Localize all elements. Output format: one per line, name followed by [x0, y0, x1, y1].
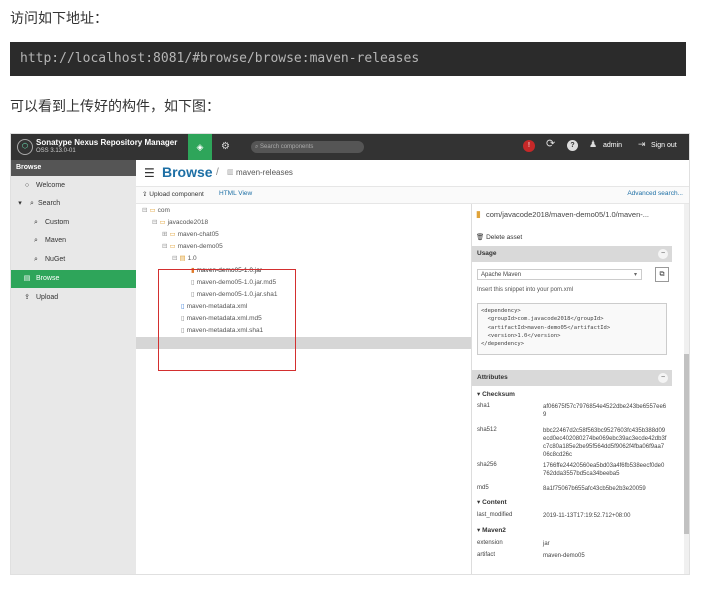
trash-icon: 🗑: [476, 234, 487, 241]
intro-text: 访问如下地址：: [10, 10, 108, 26]
attr-value: 1766ffe24420560ea5bd03a4f6fb538eecf0de07…: [543, 463, 665, 477]
breadcrumb-separator: /: [216, 167, 219, 178]
collapse-icon[interactable]: −: [658, 249, 668, 259]
sidebar-item-welcome[interactable]: ○ Welcome: [11, 177, 136, 195]
attributes-panel: Attributes − ▾ Checksum sha1 af06675f57c7…: [472, 370, 672, 574]
collapse-icon[interactable]: ⊟: [152, 219, 157, 226]
sign-out-icon[interactable]: ⇥: [638, 139, 646, 150]
sidebar-item-search[interactable]: ▾ ⌕ Search: [11, 195, 136, 213]
upload-component-button[interactable]: ⇪ Upload component: [142, 190, 204, 198]
attr-key: artifact: [477, 552, 496, 558]
attr-value: 2019-11-13T17:19:52.712+08:00: [543, 513, 631, 519]
search-icon: ⌕: [30, 200, 34, 207]
breadcrumb-repo: maven-releases: [236, 168, 293, 177]
search-icon: ⌕: [34, 256, 38, 263]
chevron-down-icon: ▾: [18, 200, 22, 207]
tree-node[interactable]: ⊟ ▭ maven-demo05: [162, 241, 223, 253]
top-bar: ⬡ Sonatype Nexus Repository Manager OSS …: [11, 134, 689, 160]
browse-mode-button[interactable]: ◈: [188, 134, 212, 160]
refresh-icon[interactable]: ⟳: [546, 137, 555, 150]
collapse-icon[interactable]: ⊟: [162, 243, 167, 250]
highlight-annotation-box: [158, 269, 296, 371]
attr-key: md5: [477, 485, 489, 491]
folder-icon: ▤: [179, 255, 186, 262]
user-icon: ♟: [589, 139, 598, 149]
alert-icon[interactable]: !: [523, 140, 535, 152]
search-icon: ⌕: [34, 219, 38, 226]
attr-value: 8a1f75067b655afc43cb5be2b3e20059: [543, 486, 646, 492]
sidebar-item-nuget[interactable]: ⌕ NuGet: [11, 251, 136, 269]
url-text: http://localhost:8081/#browse/browse:mav…: [20, 51, 420, 66]
sign-out-button[interactable]: Sign out: [651, 142, 677, 149]
attributes-panel-header[interactable]: Attributes −: [472, 370, 672, 386]
collapse-icon[interactable]: ⊟: [172, 255, 177, 262]
folder-icon: ▭: [169, 231, 176, 238]
usage-panel: Usage − Apache Maven ▾ ⧉ Insert this snipp…: [472, 246, 672, 374]
attr-group-checksum: ▾ Checksum: [477, 391, 515, 398]
folder-icon: ▭: [159, 219, 166, 226]
sidebar-item-browse[interactable]: ▤ Browse: [11, 270, 136, 288]
attr-key: sha1: [477, 403, 491, 409]
gear-icon[interactable]: ⚙: [221, 134, 230, 160]
nexus-logo-icon: ⬡: [17, 139, 33, 155]
attr-key: sha256: [477, 462, 497, 468]
search-icon: ⌕: [34, 237, 38, 244]
collapse-icon[interactable]: −: [658, 373, 668, 383]
app-name: Sonatype Nexus Repository Manager: [36, 138, 178, 147]
copy-icon[interactable]: ⧉: [655, 267, 669, 282]
attr-key: last_modified: [477, 512, 513, 518]
advanced-search-link[interactable]: Advanced search...: [627, 190, 683, 197]
collapse-icon[interactable]: ⊟: [142, 207, 147, 214]
url-code-block: http://localhost:8081/#browse/browse:mav…: [10, 42, 686, 76]
sidebar: Browse ○ Welcome ▾ ⌕ Search ⌕ Custom ⌕ Maven …: [11, 160, 136, 574]
delete-asset-button[interactable]: 🗑 Delete asset: [476, 233, 522, 241]
tree-node[interactable]: ⊟ ▭ com: [142, 205, 170, 217]
attr-group-content: ▾ Content: [477, 499, 507, 506]
detail-scrollbar[interactable]: [684, 204, 689, 574]
repository-icon: ▥: [227, 169, 234, 176]
toolbar: ⇪ Upload component HTML View Advanced se…: [136, 186, 689, 204]
html-view-link[interactable]: HTML View: [219, 190, 252, 197]
sidebar-item-custom[interactable]: ⌕ Custom: [11, 214, 136, 232]
breadcrumb-browse[interactable]: Browse: [162, 164, 213, 180]
jar-file-icon: ▮: [476, 209, 481, 219]
tree-node[interactable]: ⊟ ▤ 1.0: [172, 253, 197, 265]
chevron-down-icon: ▾: [633, 272, 637, 278]
attr-value: af06675f57c7976854e4522dbe243be6557ee69: [543, 404, 667, 418]
attr-key: extension: [477, 540, 503, 546]
sidebar-item-upload[interactable]: ⇪ Upload: [11, 289, 136, 307]
nexus-screenshot: ⬡ Sonatype Nexus Repository Manager OSS …: [10, 133, 690, 575]
usage-panel-header[interactable]: Usage −: [472, 246, 672, 262]
user-name[interactable]: admin: [603, 142, 622, 149]
database-icon: ☰: [144, 166, 155, 180]
attr-value: maven-demo05: [543, 553, 585, 559]
upload-icon: ⇪: [24, 294, 30, 301]
search-input[interactable]: ⌕ Search components: [251, 141, 364, 153]
tree-node[interactable]: ⊟ ▭ javacode2018: [152, 217, 208, 229]
cube-icon: ◈: [196, 142, 204, 152]
scrollbar-thumb[interactable]: [684, 354, 689, 534]
attr-value: bbc22467d2c58f563bc9527603fc435b388d09ec…: [543, 428, 667, 458]
format-select[interactable]: Apache Maven ▾: [477, 269, 642, 280]
app-version: OSS 3.13.0-01: [36, 148, 76, 154]
folder-icon: ▭: [149, 207, 156, 214]
component-tree: ⊟ ▭ com ⊟ ▭ javacode2018 ⊞ ▭ maven-chat05 ⊟ ▭ ma…: [136, 204, 471, 574]
asset-path: com/javacode2018/maven-demo05/1.0/maven-…: [486, 210, 650, 219]
sidebar-item-maven[interactable]: ⌕ Maven: [11, 232, 136, 250]
attr-key: sha512: [477, 427, 497, 433]
usage-note: Insert this snippet into your pom.xml: [477, 287, 574, 293]
dependency-snippet[interactable]: <dependency> <groupId>com.javacode2018</…: [477, 303, 667, 355]
sidebar-header: Browse: [11, 160, 136, 176]
attr-value: jar: [543, 541, 550, 547]
help-icon[interactable]: ?: [567, 140, 578, 151]
asset-detail-panel: ▮ com/javacode2018/maven-demo05/1.0/mave…: [471, 204, 689, 574]
expand-icon[interactable]: ⊞: [162, 231, 167, 238]
folder-icon: ▭: [169, 243, 176, 250]
circle-icon: ○: [24, 182, 30, 189]
tree-node[interactable]: ⊞ ▭ maven-chat05: [162, 229, 219, 241]
main-panel: ☰ Browse / ▥ maven-releases ⇪ Upload com…: [136, 160, 689, 574]
attr-group-maven2: ▾ Maven2: [477, 527, 506, 534]
database-icon: ▤: [23, 275, 31, 282]
after-text: 可以看到上传好的构件，如下图：: [10, 98, 220, 114]
